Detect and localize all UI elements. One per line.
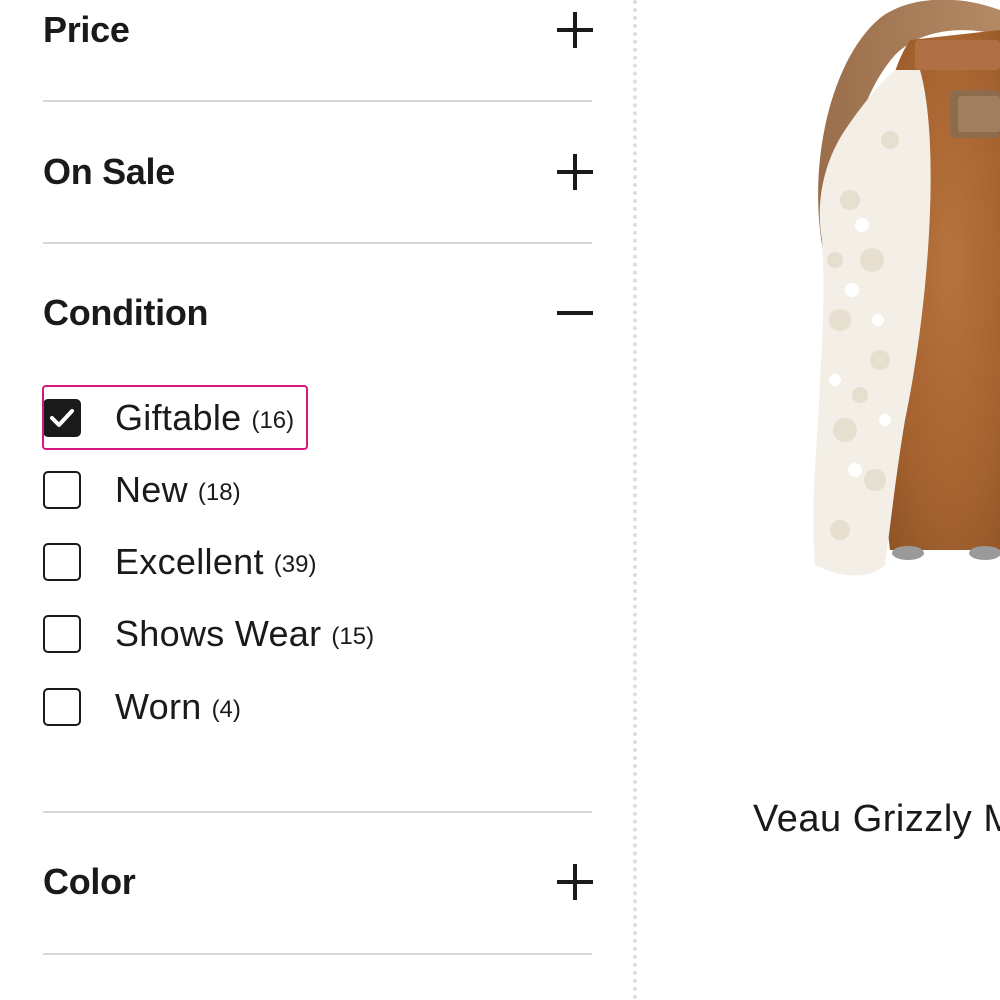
option-label: New (115, 469, 188, 510)
divider (43, 100, 592, 102)
plus-icon[interactable] (557, 154, 593, 190)
column-separator (633, 0, 637, 1000)
option-count: (18) (197, 479, 241, 506)
filter-section-color[interactable]: Color (43, 852, 593, 912)
minus-icon[interactable] (557, 295, 593, 331)
option-count: (39) (273, 551, 317, 578)
section-title-on-sale: On Sale (43, 151, 175, 192)
product-card[interactable]: Veau Grizzly M (640, 0, 1000, 1000)
checkbox[interactable] (43, 471, 81, 509)
checkbox[interactable] (43, 543, 81, 581)
option-count: (15) (331, 623, 375, 650)
plus-icon[interactable] (557, 12, 593, 48)
focus-highlight (42, 385, 308, 450)
product-name[interactable]: Veau Grizzly M (753, 798, 1000, 841)
divider (43, 242, 592, 244)
section-title-color: Color (43, 861, 136, 902)
divider (43, 811, 592, 813)
filter-section-condition[interactable]: Condition (43, 283, 593, 343)
condition-option-excellent[interactable]: Excellent (39) (43, 540, 316, 584)
section-title-price: Price (43, 9, 130, 50)
divider (43, 953, 592, 955)
condition-option-new[interactable]: New (18) (43, 468, 241, 512)
checkbox[interactable] (43, 688, 81, 726)
option-count: (4) (211, 696, 241, 723)
condition-option-shows-wear[interactable]: Shows Wear (15) (43, 612, 374, 656)
section-title-condition: Condition (43, 292, 209, 333)
filter-panel: Price On Sale Condition Giftable (16) Ne… (0, 0, 636, 1000)
filter-section-on-sale[interactable]: On Sale (43, 142, 593, 202)
option-label: Excellent (115, 541, 264, 582)
plus-icon[interactable] (557, 864, 593, 900)
checkbox[interactable] (43, 615, 81, 653)
filter-section-price[interactable]: Price (43, 0, 593, 60)
option-label: Shows Wear (115, 613, 322, 654)
option-label: Worn (115, 686, 202, 727)
condition-option-worn[interactable]: Worn (4) (43, 685, 241, 729)
product-image[interactable] (640, 0, 1000, 620)
